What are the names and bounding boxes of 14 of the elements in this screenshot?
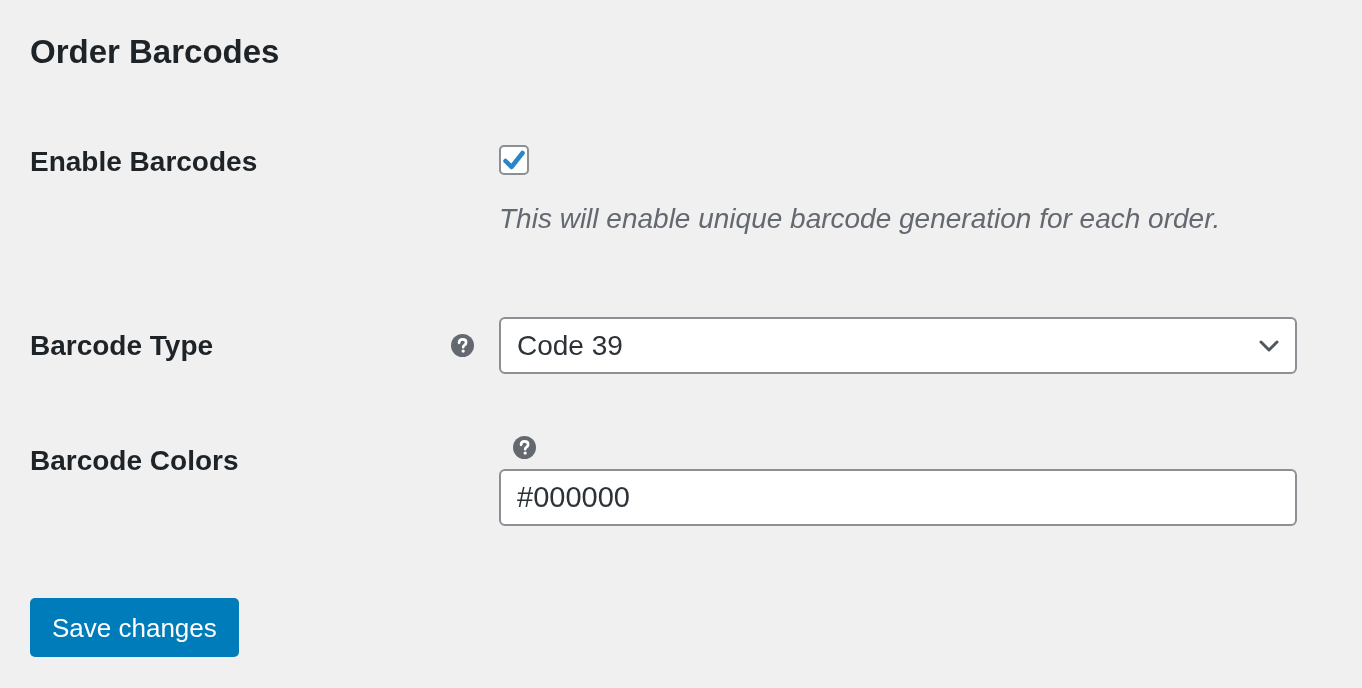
field-label: Barcode Type (30, 329, 214, 362)
save-button[interactable]: Save changes (30, 598, 239, 657)
help-icon[interactable] (451, 334, 474, 357)
help-icon[interactable] (513, 436, 536, 459)
checkbox[interactable] (499, 145, 529, 175)
page-title: Order Barcodes (30, 32, 280, 72)
select-field[interactable]: Code 39 (499, 317, 1297, 374)
text-input[interactable]: #000000 (499, 469, 1297, 526)
field-label: Enable Barcodes (30, 146, 258, 178)
field-description: This will enable unique barcode generation for each order. (499, 203, 1221, 235)
chevron-down-icon (1259, 339, 1279, 352)
select-value: Code 39 (517, 329, 623, 362)
field-label: Barcode Colors (30, 445, 239, 477)
checkmark-icon (503, 150, 525, 170)
